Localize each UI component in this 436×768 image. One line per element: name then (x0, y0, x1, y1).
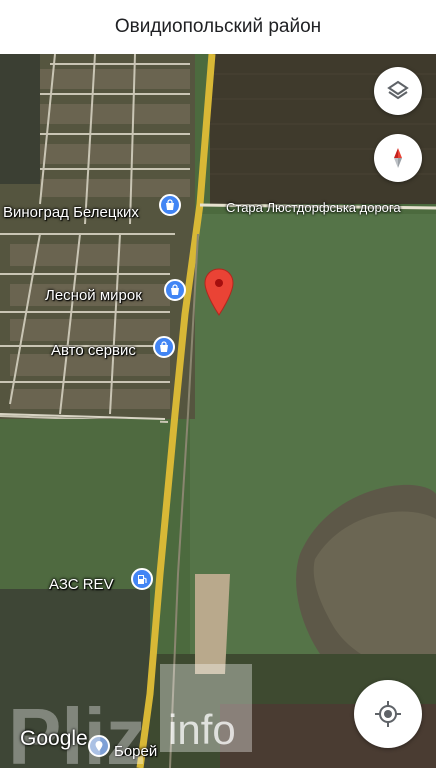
poi-label-avto-servis[interactable]: Авто сервис (51, 342, 136, 359)
top-bar: Овидиопольский район (0, 0, 436, 54)
watermark-logo: Pliz info (8, 664, 258, 768)
shopping-bag-icon[interactable] (164, 279, 186, 301)
watermark-text-info: info (168, 706, 236, 753)
my-location-icon (375, 701, 401, 727)
map-view[interactable]: Стара Люстдорфська дорога Виноград Белец… (0, 54, 436, 768)
satellite-imagery (0, 54, 436, 768)
compass-icon (394, 148, 402, 168)
poi-label-azs-rev[interactable]: АЗС REV (49, 576, 114, 593)
gas-station-icon[interactable] (131, 568, 153, 590)
location-pin-icon[interactable] (204, 268, 234, 316)
shopping-bag-icon[interactable] (153, 336, 175, 358)
shopping-bag-icon[interactable] (159, 194, 181, 216)
google-attribution: Google (20, 727, 88, 750)
layers-icon (387, 80, 409, 100)
poi-label-lesnoy-mirok[interactable]: Лесной мирок (45, 287, 142, 304)
region-title: Овидиопольский район (114, 16, 322, 37)
compass-button[interactable] (374, 134, 422, 182)
my-location-button[interactable] (354, 680, 422, 748)
poi-label-vinograd[interactable]: Виноград Белецких (3, 204, 139, 221)
road-label: Стара Люстдорфська дорога (226, 200, 401, 215)
layers-button[interactable] (374, 67, 422, 115)
